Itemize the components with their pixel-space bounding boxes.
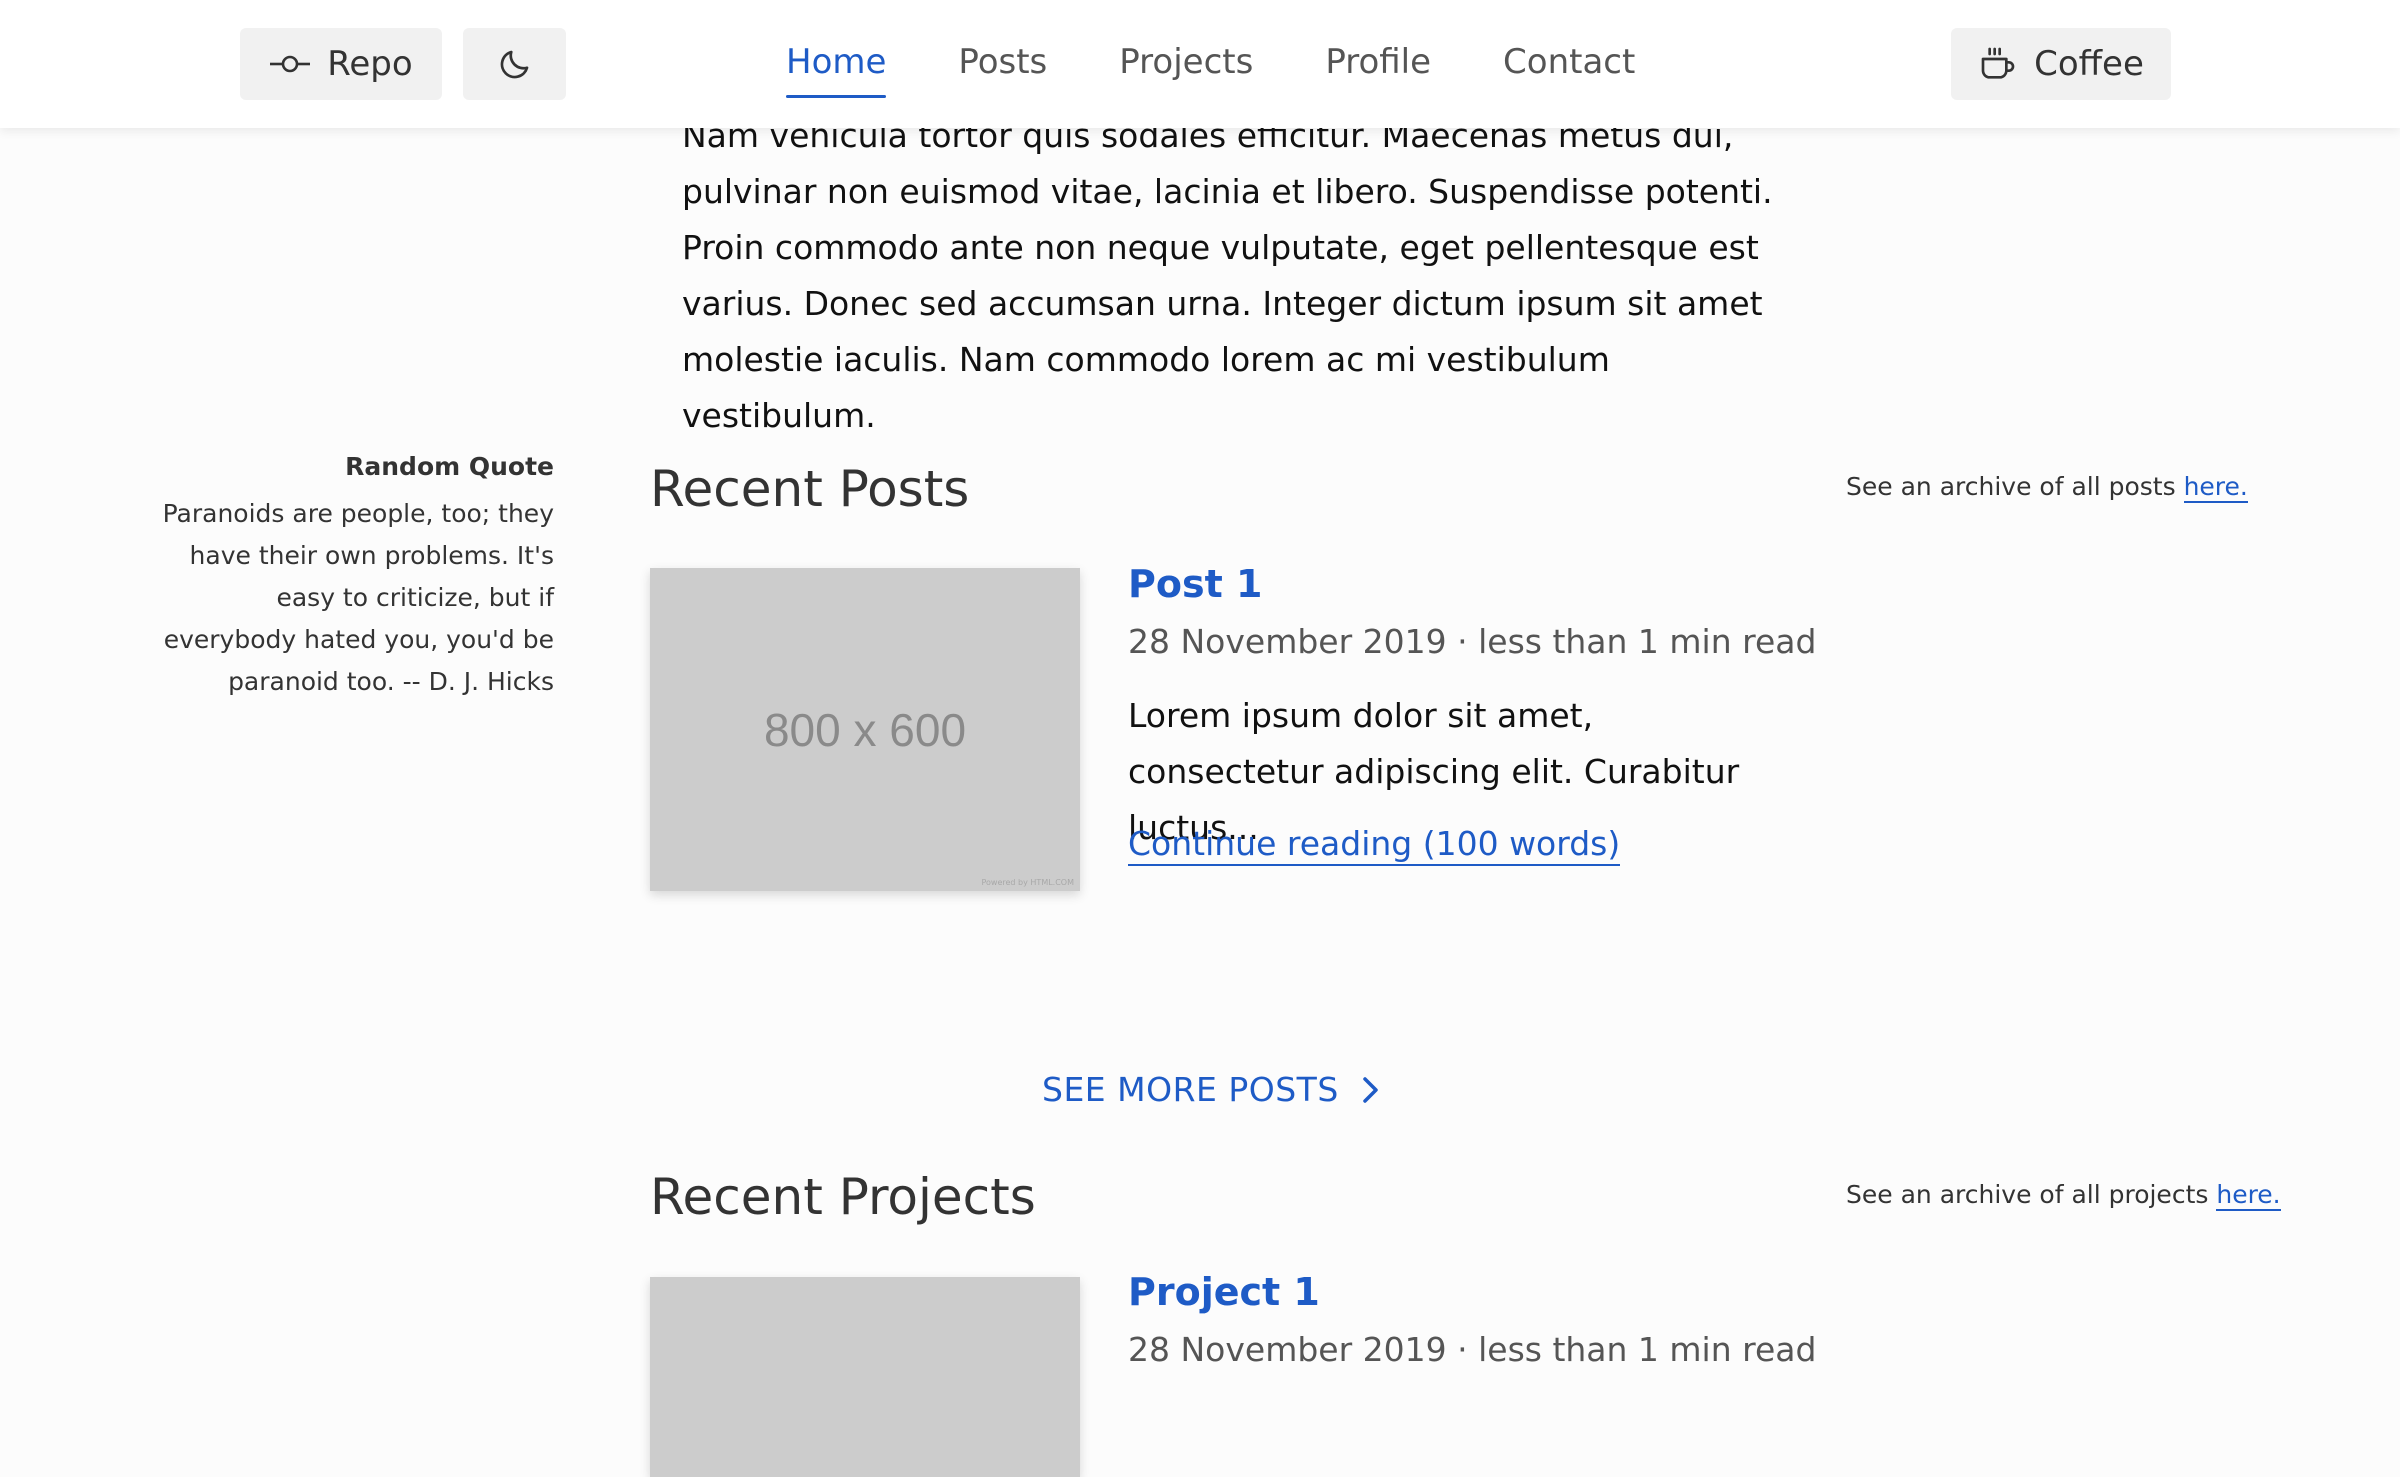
intro-text: Nam vehicula tortor quis sodales efficit… (682, 108, 1782, 444)
theme-toggle-button[interactable] (463, 28, 566, 100)
posts-archive-text: See an archive of all posts (1846, 472, 2176, 501)
main-nav: Home Posts Projects Profile Contact (786, 0, 1707, 128)
recent-projects-heading: Recent Projects (650, 1168, 1036, 1226)
post-thumbnail[interactable]: 800 x 600 Powered by HTML.COM (650, 568, 1080, 891)
intro-line: pulvinar non euismod vitae, lacinia et l… (682, 172, 1773, 211)
project-thumbnail[interactable] (650, 1277, 1080, 1477)
project-title[interactable]: Project 1 (1128, 1270, 1320, 1314)
post-title[interactable]: Post 1 (1128, 562, 1262, 606)
recent-posts-heading: Recent Posts (650, 460, 970, 518)
see-more-posts-link[interactable]: SEE MORE POSTS (1042, 1070, 1381, 1109)
nav-home[interactable]: Home (786, 42, 887, 98)
coffee-button-label: Coffee (2034, 44, 2144, 84)
quote-text: Paranoids are people, too; they have the… (162, 499, 554, 696)
nav-projects[interactable]: Projects (1119, 42, 1253, 86)
projects-archive-text: See an archive of all projects (1846, 1180, 2209, 1209)
site-header: Repo Home Posts Projects Profile Contact… (0, 0, 2400, 128)
random-quote: Random Quote Paranoids are people, too; … (140, 452, 554, 703)
nav-profile[interactable]: Profile (1325, 42, 1431, 86)
thumbnail-credit: Powered by HTML.COM (981, 878, 1075, 887)
coffee-button[interactable]: Coffee (1951, 28, 2171, 100)
posts-archive-note: See an archive of all posts here. (1846, 472, 2248, 503)
quote-title: Random Quote (345, 452, 554, 481)
coffee-cup-icon (1981, 47, 2015, 79)
nav-posts[interactable]: Posts (958, 42, 1047, 86)
nav-contact[interactable]: Contact (1503, 42, 1635, 86)
repo-button[interactable]: Repo (240, 28, 442, 100)
commit-icon (270, 55, 311, 73)
projects-archive-note: See an archive of all projects here. (1846, 1180, 2281, 1211)
continue-reading-link[interactable]: Continue reading (100 words) (1128, 824, 1621, 866)
moon-icon (500, 50, 528, 79)
project-meta: 28 November 2019 · less than 1 min read (1128, 1330, 1817, 1369)
see-more-posts-label: SEE MORE POSTS (1042, 1070, 1339, 1109)
posts-archive-link[interactable]: here. (2183, 472, 2248, 503)
repo-button-label: Repo (327, 44, 413, 84)
projects-archive-link[interactable]: here. (2216, 1180, 2281, 1211)
intro-line: Proin commodo ante non neque vulputate, … (682, 228, 1759, 267)
post-meta: 28 November 2019 · less than 1 min read (1128, 622, 1817, 661)
thumbnail-placeholder-label: 800 x 600 (763, 703, 967, 756)
intro-line: molestie iaculis. Nam commodo lorem ac m… (682, 340, 1610, 435)
chevron-right-icon (1363, 1076, 1378, 1103)
intro-line: varius. Donec sed accumsan urna. Integer… (682, 284, 1763, 323)
